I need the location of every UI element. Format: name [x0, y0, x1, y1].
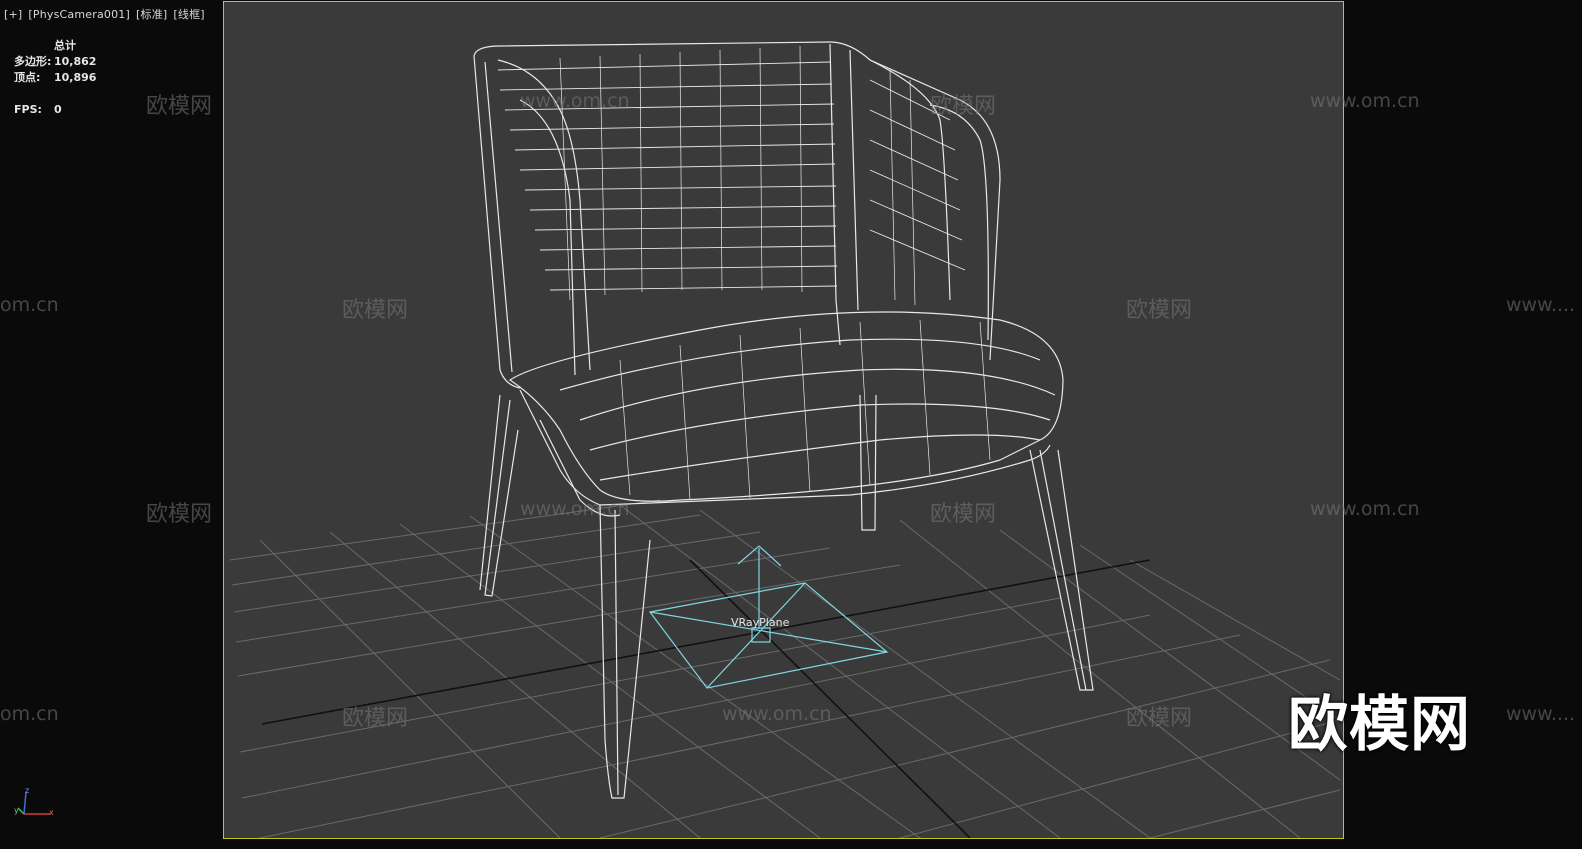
axis-y-label: y: [14, 806, 19, 815]
ground-grid: [229, 499, 1341, 838]
vray-plane-label: VRayPlane: [731, 616, 790, 629]
watermark-url: www.om.cn: [722, 703, 832, 725]
watermark-url: www....: [1506, 703, 1576, 725]
watermark-url: www.om.cn: [520, 90, 630, 112]
watermark-url: www....: [1506, 294, 1576, 316]
watermark-brand: 欧模网: [342, 298, 409, 323]
watermark-brand: 欧模网: [930, 94, 997, 119]
watermark-url: om.cn: [0, 294, 59, 316]
watermark-brand: 欧模网: [342, 706, 409, 731]
watermark-brand: 欧模网: [146, 94, 213, 119]
axis-x-label: x: [49, 808, 54, 817]
watermark-brand: 欧模网: [930, 502, 997, 527]
watermark-url: www.om.cn: [1310, 498, 1420, 520]
axis-gizmo: z x y: [14, 786, 54, 817]
axis-z-label: z: [25, 786, 29, 795]
watermark-brand: 欧模网: [1126, 706, 1193, 731]
watermark-brand: 欧模网: [146, 502, 213, 527]
watermark-brand: 欧模网: [1126, 298, 1193, 323]
watermark-brand-large: 欧模网: [1288, 690, 1471, 760]
watermark-url: www.om.cn: [520, 498, 630, 520]
watermark-url: om.cn: [0, 703, 59, 725]
watermark-url: www.om.cn: [1310, 90, 1420, 112]
